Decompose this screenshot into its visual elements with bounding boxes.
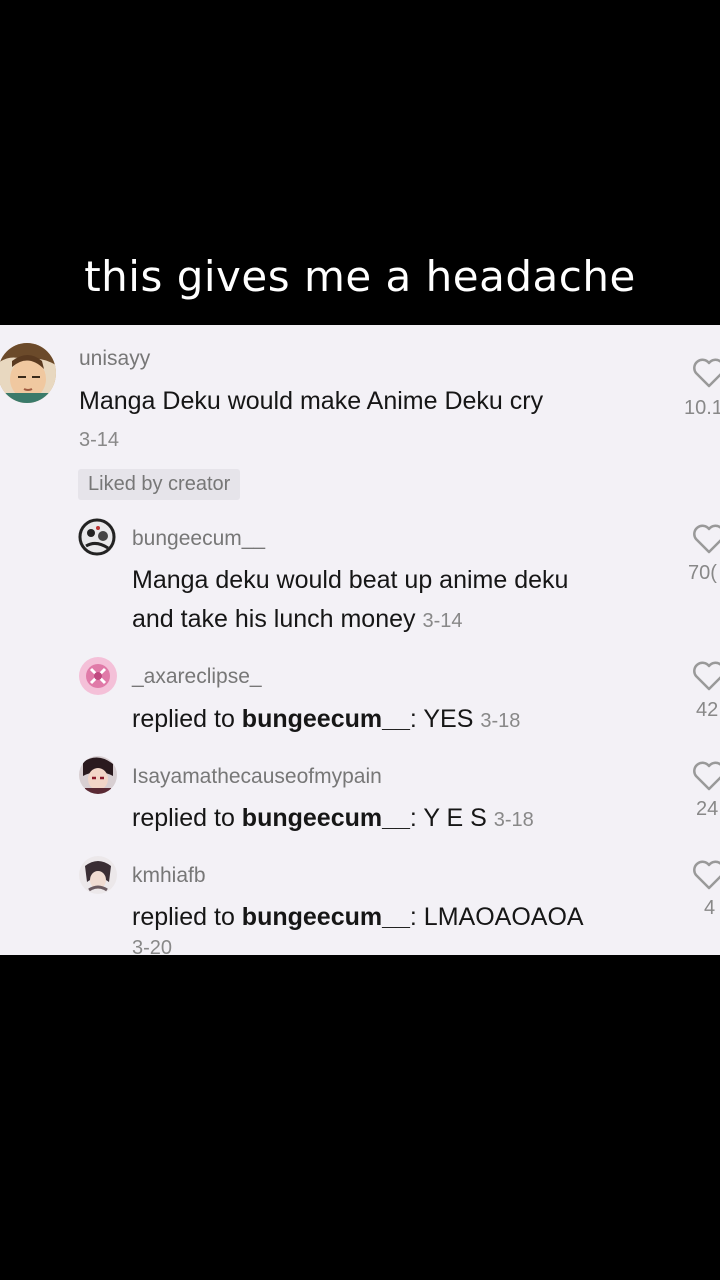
reply-prefix: replied to [132,903,242,931]
reply-username[interactable]: _axareclipse_ [132,665,262,689]
reply-body: : LMAOAOAOA [409,903,584,931]
comment-username[interactable]: unisayy [79,347,150,371]
reply-body: : YES [409,705,474,733]
reply-text: Manga deku would beat up anime deku [132,561,568,600]
reply-text: replied to bungeecum__: LMAOAOAOA [132,898,584,937]
reply-target-user[interactable]: bungeecum__ [242,705,410,733]
reply-username[interactable]: bungeecum__ [132,527,265,551]
avatar[interactable] [79,657,117,695]
avatar[interactable] [79,856,117,894]
video-caption: this gives me a headache [84,252,636,301]
like-count: 4 [704,897,716,919]
reply-date: 3-14 [422,610,463,632]
reply-date: 3-20 [132,937,173,955]
reply-target-user[interactable]: bungeecum__ [242,804,410,832]
reply-date: 3-18 [493,809,534,831]
heart-icon[interactable] [692,759,720,793]
reply-text-line: and take his lunch money [132,605,416,633]
reply-text: replied to bungeecum__: YES 3-18 [132,700,520,741]
heart-icon[interactable] [692,522,720,556]
like-count: 42 [696,699,719,721]
reply-text-line: Manga deku would beat up anime deku [132,566,569,594]
reply-date-clipped: 3-20 [132,937,182,955]
avatar[interactable] [78,518,116,556]
like-count: 24 [696,798,719,820]
reply-target-user[interactable]: bungeecum__ [242,903,410,931]
reply-body: : Y E S [409,804,487,832]
avatar[interactable] [0,343,56,403]
reply-username[interactable]: kmhiafb [132,864,206,888]
liked-by-creator-badge: Liked by creator [78,469,241,500]
reply-date: 3-18 [480,710,521,732]
reply-username[interactable]: Isayamathecauseofmypain [132,765,382,789]
reply-text: and take his lunch money 3-14 [132,600,463,641]
reply-prefix: replied to [132,804,242,832]
heart-icon[interactable] [692,858,720,892]
avatar[interactable] [79,756,117,794]
comment-text: Manga Deku would make Anime Deku cry [79,387,544,415]
like-count: 10.1 [684,397,720,419]
reply-prefix: replied to [132,705,242,733]
comments-panel: unisayy Manga Deku would make Anime Deku… [0,325,720,955]
reply-text: replied to bungeecum__: Y E S 3-18 [132,799,534,840]
comment-date: 3-14 [79,429,120,451]
heart-icon[interactable] [692,356,720,390]
heart-icon[interactable] [692,659,720,693]
like-count: 70( [688,562,717,584]
